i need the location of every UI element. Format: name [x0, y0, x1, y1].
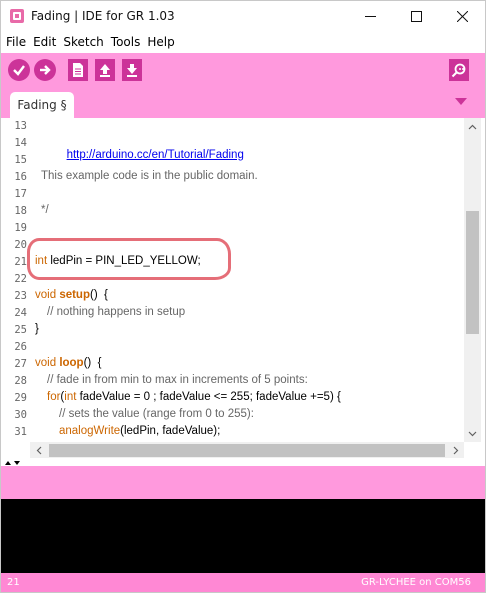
code-line: for(int fadeValue = 0 ; fadeValue <= 255…	[47, 391, 341, 404]
vertical-scrollbar[interactable]	[464, 118, 481, 442]
gr-ide-app-icon	[10, 9, 24, 23]
status-bar: 21 GR-LYCHEE on COM56	[1, 573, 485, 592]
scroll-right-button[interactable]	[447, 442, 464, 459]
line-number: 27	[14, 358, 27, 370]
code-text: fadeValue = 0 ; fadeValue <= 255; fadeVa…	[76, 391, 341, 403]
keyword: void	[35, 357, 57, 369]
code-line: // nothing happens in setup	[47, 306, 186, 318]
horizontal-scrollbar[interactable]	[30, 442, 464, 459]
code-line: This example code is in the public domai…	[41, 170, 258, 182]
line-number: 28	[14, 375, 27, 387]
toolbar	[1, 53, 485, 86]
line-number: 22	[14, 273, 27, 285]
code-line: // fade in from min to max in increments…	[47, 374, 308, 386]
keyword: void	[35, 289, 57, 301]
line-number: 13	[14, 120, 27, 132]
line-number: 17	[14, 188, 27, 200]
line-number: 23	[14, 290, 27, 302]
line-number: 21	[14, 256, 27, 268]
code-text: () {	[83, 357, 102, 369]
upload-button[interactable]	[34, 59, 56, 81]
menu-bar: File Edit Sketch Tools Help	[1, 32, 485, 52]
line-number: 18	[14, 205, 27, 217]
scroll-up-button[interactable]	[464, 118, 481, 135]
line-number-gutter: 13 14 15 16 17 18 19 20 21 22 23 24 25 2…	[1, 118, 30, 458]
menu-tools[interactable]: Tools	[111, 35, 141, 49]
open-sketch-icon	[100, 64, 110, 77]
tutorial-link[interactable]: http://arduino.cc/en/Tutorial/Fading	[67, 149, 244, 161]
code-text-area[interactable]: http://arduino.cc/en/Tutorial/Fading Thi…	[30, 118, 464, 442]
console-output[interactable]	[1, 499, 485, 573]
save-sketch-button[interactable]	[122, 59, 142, 81]
chevron-up-icon	[468, 124, 477, 129]
line-number: 19	[14, 222, 27, 234]
new-sketch-button[interactable]	[68, 59, 88, 81]
code-editor[interactable]: 13 14 15 16 17 18 19 20 21 22 23 24 25 2…	[1, 118, 485, 459]
code-text: (ledPin, fadeValue);	[120, 425, 221, 437]
menu-sketch[interactable]: Sketch	[63, 35, 103, 49]
line-number: 30	[14, 409, 27, 421]
code-line: }	[35, 323, 39, 335]
new-sketch-icon	[73, 63, 83, 77]
line-number: 24	[14, 307, 27, 319]
function-name: analogWrite	[59, 425, 121, 437]
code-line: // sets the value (range from 0 to 255):	[59, 408, 254, 420]
code-line: void setup() {	[35, 289, 108, 302]
close-button[interactable]	[439, 1, 485, 32]
function-name: setup	[59, 289, 90, 301]
message-area	[1, 466, 485, 499]
keyword: for	[47, 391, 61, 403]
ide-window: Fading | IDE for GR 1.03 File Edit Sketc…	[0, 0, 486, 593]
line-number: 26	[14, 341, 27, 353]
line-number: 15	[14, 154, 27, 166]
keyword: int	[64, 391, 77, 403]
vertical-scroll-thumb[interactable]	[466, 211, 479, 334]
tab-fading[interactable]: Fading §	[10, 92, 74, 118]
line-number: 25	[14, 324, 27, 336]
code-line: void loop() {	[35, 357, 101, 370]
function-name: loop	[59, 357, 84, 369]
code-text: () {	[89, 289, 108, 301]
chevron-down-icon	[468, 431, 477, 436]
open-sketch-button[interactable]	[95, 59, 115, 81]
verify-button[interactable]	[8, 59, 30, 81]
maximize-button[interactable]	[393, 1, 439, 32]
menu-file[interactable]: File	[6, 35, 26, 49]
scroll-left-button[interactable]	[30, 442, 47, 459]
highlight-circle-annotation	[27, 238, 231, 280]
tab-menu-triangle-icon[interactable]	[453, 94, 469, 108]
status-board-port: GR-LYCHEE on COM56	[361, 577, 471, 588]
upload-arrow-icon	[40, 65, 51, 75]
save-sketch-icon	[127, 64, 137, 77]
tab-bar: Fading §	[1, 86, 485, 118]
minimize-button[interactable]	[347, 1, 393, 32]
verify-check-icon	[13, 65, 25, 76]
line-number: 31	[14, 426, 27, 438]
menu-edit[interactable]: Edit	[33, 35, 56, 49]
title-bar[interactable]: Fading | IDE for GR 1.03	[1, 1, 485, 32]
minimize-icon	[364, 16, 376, 17]
horizontal-scroll-thumb[interactable]	[49, 444, 445, 457]
code-line: analogWrite(ledPin, fadeValue);	[59, 425, 220, 438]
window-title: Fading | IDE for GR 1.03	[31, 9, 175, 23]
line-number: 29	[14, 392, 27, 404]
serial-monitor-button[interactable]	[449, 59, 469, 81]
line-number: 20	[14, 239, 27, 251]
chevron-right-icon	[453, 446, 458, 455]
maximize-icon	[410, 11, 422, 22]
line-number: 16	[14, 171, 27, 183]
chevron-left-icon	[36, 446, 41, 455]
line-number: 14	[14, 137, 27, 149]
panel-splitter[interactable]	[1, 458, 485, 466]
status-line-number: 21	[7, 577, 20, 588]
serial-monitor-icon	[451, 63, 466, 78]
close-icon	[456, 11, 468, 22]
splitter-arrows-icon[interactable]	[4, 458, 22, 466]
menu-help[interactable]: Help	[147, 35, 174, 49]
code-line: */	[41, 204, 49, 216]
scroll-down-button[interactable]	[464, 425, 481, 442]
